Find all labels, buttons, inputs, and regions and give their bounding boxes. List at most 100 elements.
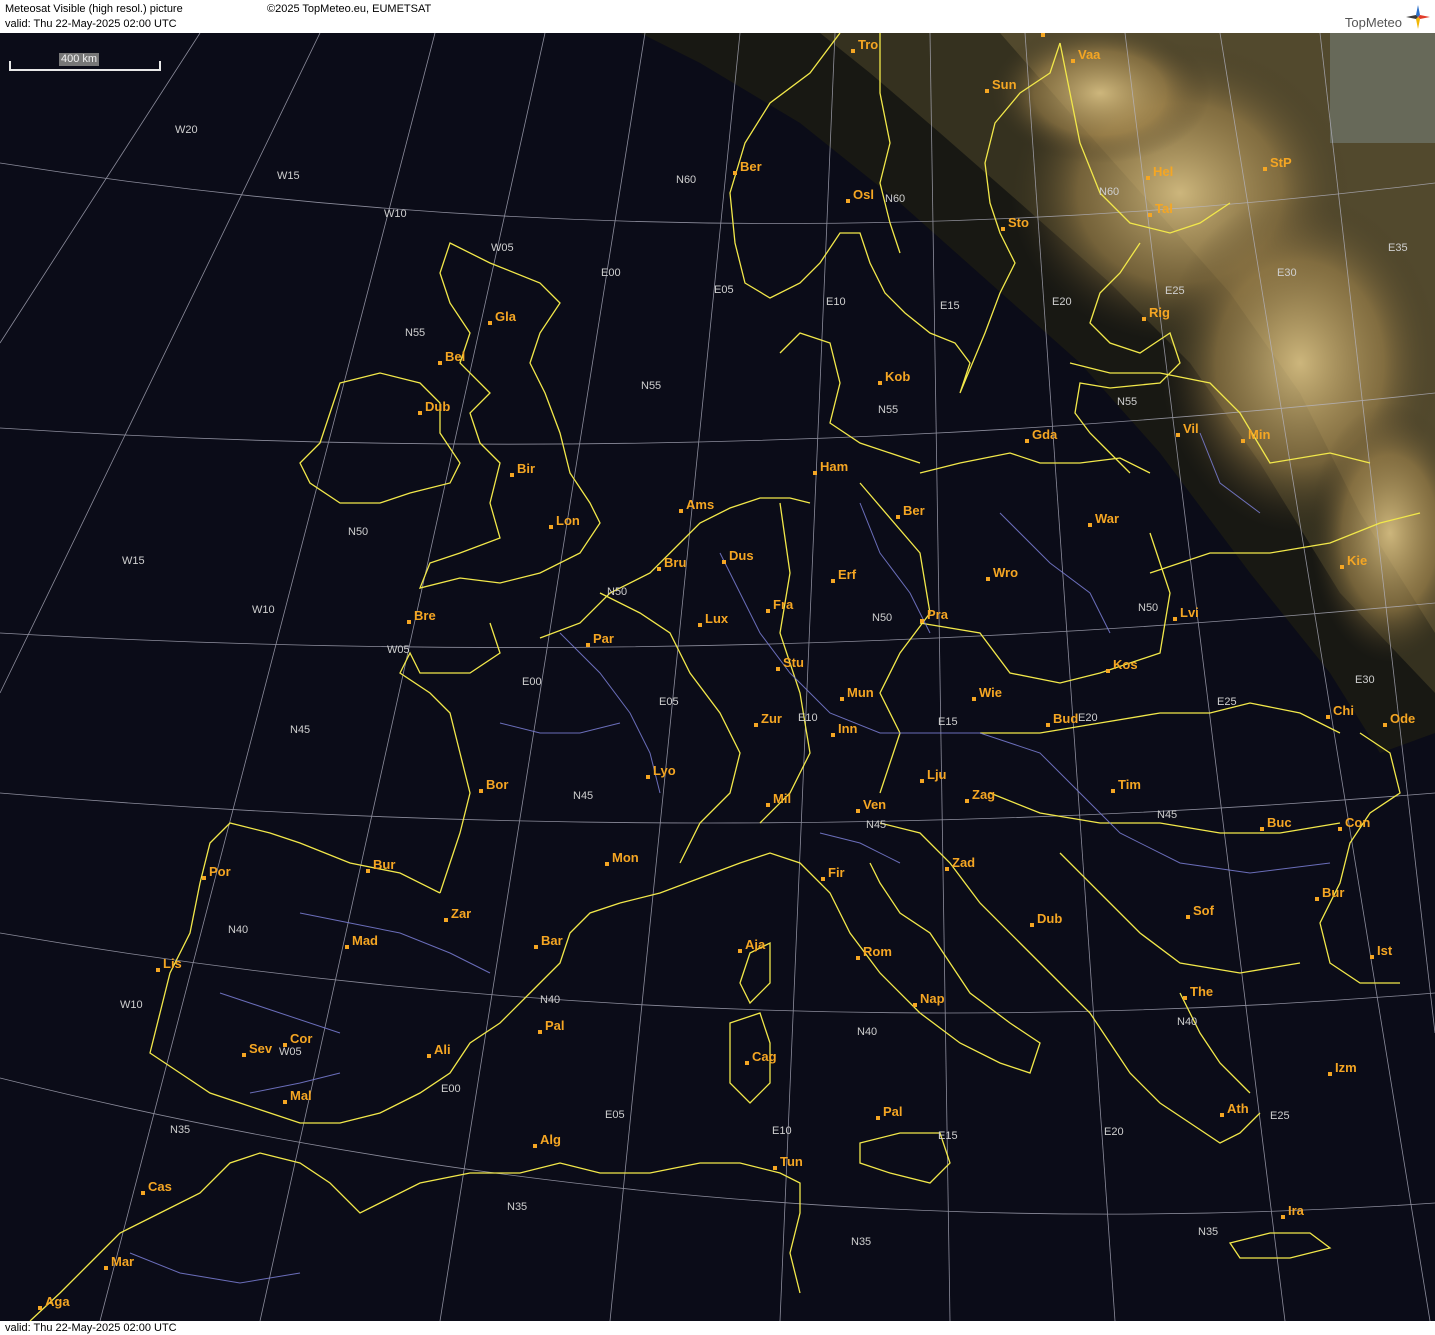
city-marker [538, 1030, 542, 1034]
city-label: Ira [1288, 1203, 1305, 1218]
graticule-label: E05 [605, 1109, 625, 1121]
graticule-label: N60 [676, 174, 696, 186]
graticule-label: N40 [228, 924, 248, 936]
city-label: Lux [705, 611, 729, 626]
meridian-w10 [99, 33, 436, 1321]
city-marker [920, 619, 924, 623]
city-label: Tun [780, 1154, 803, 1169]
city-label: Ber [740, 159, 762, 174]
city-label: Mar [111, 1254, 134, 1269]
city-marker [1142, 317, 1146, 321]
city-marker [345, 945, 349, 949]
city-marker [896, 515, 900, 519]
city-marker [1281, 1215, 1285, 1219]
city-marker [533, 1144, 537, 1148]
city-marker [776, 667, 780, 671]
city-label: Buc [1267, 815, 1292, 830]
graticule-label: N45 [290, 724, 310, 736]
city-marker [202, 876, 206, 880]
city-marker [1338, 827, 1342, 831]
city-label: Aja [745, 937, 766, 952]
scale-line [9, 69, 161, 71]
city-marker [1176, 433, 1180, 437]
city-label: Bar [541, 933, 563, 948]
graticule-label: N35 [1198, 1226, 1218, 1238]
graticule-label: E20 [1104, 1126, 1124, 1138]
city-marker [479, 789, 483, 793]
city-marker [1328, 1072, 1332, 1076]
city-label: Ode [1390, 711, 1415, 726]
city-label: Cas [148, 1179, 172, 1194]
city-marker [878, 381, 882, 385]
graticule-label: N45 [573, 790, 593, 802]
city-marker [141, 1191, 145, 1195]
city-label: Cor [290, 1031, 312, 1046]
city-label: Zur [761, 711, 782, 726]
graticule-label: E25 [1165, 285, 1185, 297]
city-label: Ven [863, 797, 886, 812]
city-label: Osl [853, 187, 874, 202]
city-label: Gla [495, 309, 517, 324]
city-label: Wie [979, 685, 1002, 700]
city-marker [986, 577, 990, 581]
city-marker [366, 869, 370, 873]
city-marker [738, 949, 742, 953]
graticule-label: N45 [1157, 809, 1177, 821]
city-marker [856, 809, 860, 813]
city-label: Lon [556, 513, 580, 528]
city-label: Hel [1153, 164, 1173, 179]
city-marker [846, 199, 850, 203]
city-marker [766, 803, 770, 807]
graticule-label: E10 [826, 296, 846, 308]
city-marker [913, 1003, 917, 1007]
city-label: Bru [664, 555, 686, 570]
satellite-map[interactable]: W20 W15 W10 W05 E00 E05 E10 E15 E20 E25 E30 E35 N60 N… [0, 33, 1435, 1321]
city-marker [1326, 715, 1330, 719]
meridian-e00 [439, 33, 646, 1321]
city-marker [1148, 213, 1152, 217]
graticule-label: N50 [607, 586, 627, 598]
city-label: Izm [1335, 1060, 1357, 1075]
city-label: Nap [920, 991, 945, 1006]
brand-name: TopMeteo [1344, 15, 1402, 30]
city-label: Inn [838, 721, 858, 736]
cloud-layer [640, 33, 1435, 753]
copyright-text: ©2025 TopMeteo.eu, EUMETSAT [267, 3, 432, 15]
city-marker [1146, 176, 1150, 180]
city-label: Alg [540, 1132, 561, 1147]
graticule-label: E05 [714, 284, 734, 296]
topmeteo-brand[interactable]: TopMeteo [1345, 4, 1431, 30]
city-label: Ams [686, 497, 714, 512]
city-marker [1263, 167, 1267, 171]
graticule-label: W05 [387, 644, 410, 656]
city-label: Sof [1193, 903, 1215, 918]
graticule-label: W10 [120, 999, 143, 1011]
graticule-label: E05 [659, 696, 679, 708]
city-marker [1173, 617, 1177, 621]
city-label: Pra [927, 607, 949, 622]
city-label: Con [1345, 815, 1370, 830]
city-marker [534, 945, 538, 949]
city-marker [38, 1306, 42, 1310]
product-title: Meteosat Visible (high resol.) picture [5, 3, 183, 15]
city-marker [1111, 789, 1115, 793]
city-marker [766, 609, 770, 613]
graticule-label: E10 [772, 1125, 792, 1137]
graticule-label: N60 [1099, 186, 1119, 198]
graticule-label: E25 [1217, 696, 1237, 708]
city-label: Por [209, 864, 231, 879]
valid-time: valid: Thu 22-May-2025 02:00 UTC [5, 18, 177, 30]
city-label: Mal [290, 1088, 312, 1103]
city-label: Kie [1347, 553, 1367, 568]
city-marker [549, 525, 553, 529]
graticule-label: E30 [1277, 267, 1297, 279]
graticule-label: E00 [441, 1083, 461, 1095]
city-label: Mun [847, 685, 874, 700]
city-label: Bor [486, 777, 508, 792]
city-marker [920, 779, 924, 783]
city-label: Erf [838, 567, 857, 582]
city-marker [1088, 523, 1092, 527]
graticule-label: W10 [252, 604, 275, 616]
city-marker [773, 1166, 777, 1170]
graticule-label: N35 [170, 1124, 190, 1136]
